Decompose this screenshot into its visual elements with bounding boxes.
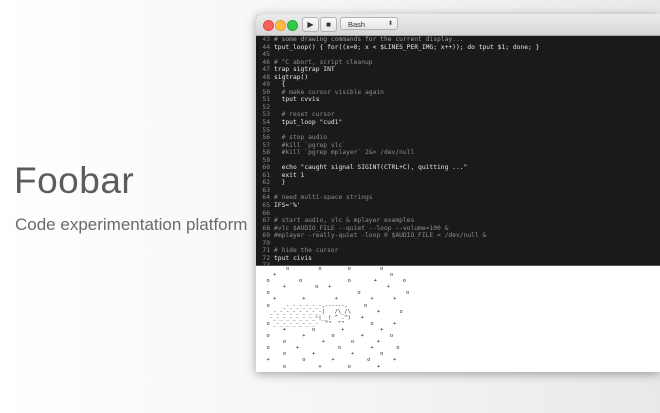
code-text: # start audio, vlc & mplayer examples (274, 217, 415, 225)
line-number: 55 (262, 126, 270, 134)
code-text: } (274, 179, 286, 187)
line-number: 59 (262, 156, 270, 164)
line-number: 54 (262, 119, 270, 127)
code-line[interactable]: 70 (256, 240, 660, 248)
code-text: #vlc $AUDIO_FILE --quiet --loop --volume… (274, 224, 449, 232)
code-line[interactable]: 52 (256, 104, 660, 112)
language-select-value: Bash (348, 20, 366, 29)
code-line[interactable]: 61 exit 1 (256, 172, 660, 180)
chevron-updown-icon: ⬍ (387, 21, 393, 27)
code-text: tput civis (274, 254, 312, 262)
play-icon: ▶ (307, 20, 314, 29)
line-number: 60 (262, 164, 270, 172)
code-line[interactable]: 45 (256, 51, 660, 59)
line-number: 49 (262, 81, 270, 89)
minimize-window-button[interactable] (275, 20, 286, 31)
run-button[interactable]: ▶ (302, 17, 319, 32)
app-window: ▶ ■ Bash ⬍ 43 # some drawing commands for… (256, 14, 660, 372)
line-number: 57 (262, 141, 270, 149)
line-number: 63 (262, 186, 270, 194)
code-line[interactable]: 53 # reset cursor (256, 111, 660, 119)
code-line[interactable]: 69 #mplayer -really-quiet -loop 0 $AUDIO_… (256, 232, 660, 240)
code-text: #kill `pgrep mplayer` 2&> /dev/null (274, 149, 415, 157)
hero-subtitle: Code experimentation platform (15, 215, 248, 234)
code-line[interactable]: 65 IFS='%' (256, 202, 660, 210)
line-number: 62 (262, 179, 270, 187)
code-line[interactable]: 62 } (256, 179, 660, 187)
line-number: 71 (262, 247, 270, 255)
line-number: 64 (262, 194, 270, 202)
code-editor[interactable]: 43 # some drawing commands for the curren… (256, 36, 660, 265)
code-line[interactable]: 49 { (256, 81, 660, 89)
code-line[interactable]: 66 (256, 210, 660, 218)
code-text: # some drawing commands for the current … (274, 36, 464, 43)
code-line[interactable]: 58 #kill `pgrep mplayer` 2&> /dev/null (256, 149, 660, 157)
code-text: sigtrap() (274, 73, 309, 81)
close-window-button[interactable] (263, 20, 274, 31)
title-bar: ▶ ■ Bash ⬍ (256, 14, 660, 36)
line-number: 61 (262, 171, 270, 179)
zoom-window-button[interactable] (287, 20, 298, 31)
code-text: tput cvvis (274, 96, 320, 104)
code-line[interactable]: 59 (256, 157, 660, 165)
code-text: IFS='%' (274, 202, 301, 210)
code-text: # ^C abort, script cleanup (274, 58, 373, 66)
code-text: # hide the cursor (274, 247, 339, 255)
line-number: 52 (262, 103, 270, 111)
code-text: # make cursor visible again (274, 88, 384, 96)
line-number: 67 (262, 217, 270, 225)
line-number: 47 (262, 66, 270, 74)
line-number: 46 (262, 58, 270, 66)
line-number: 48 (262, 73, 270, 81)
code-line[interactable]: 48 sigtrap() (256, 74, 660, 82)
line-number: 66 (262, 209, 270, 217)
code-line[interactable]: 47 trap sigtrap INT (256, 66, 660, 74)
code-line[interactable]: 55 (256, 127, 660, 135)
code-text: # reset cursor (274, 111, 335, 119)
output-line: o + o + (260, 363, 381, 370)
line-number: 69 (262, 232, 270, 240)
code-line[interactable]: 64 # need multi-space strings (256, 194, 660, 202)
line-number: 44 (262, 43, 270, 51)
line-number: 68 (262, 224, 270, 232)
code-line[interactable]: 71 # hide the cursor (256, 247, 660, 255)
code-line[interactable]: 68 #vlc $AUDIO_FILE --quiet --loop --volu… (256, 225, 660, 233)
code-text: # need multi-space strings (274, 194, 373, 202)
code-text: { (274, 81, 286, 89)
line-number: 51 (262, 96, 270, 104)
code-text: #mplayer -really-quiet -loop 0 $AUDIO_FI… (274, 232, 487, 240)
code-text: trap sigtrap INT (274, 66, 335, 74)
line-number: 53 (262, 111, 270, 119)
code-line[interactable]: 46 # ^C abort, script cleanup (256, 59, 660, 67)
code-line[interactable]: 50 # make cursor visible again (256, 89, 660, 97)
code-text: tput_loop "cud1" (274, 119, 343, 127)
line-number: 65 (262, 202, 270, 210)
code-line[interactable]: 43 # some drawing commands for the curren… (256, 36, 660, 44)
line-number: 43 (262, 36, 270, 43)
hero-title: Foobar (14, 160, 135, 201)
stop-icon: ■ (326, 20, 331, 29)
code-line[interactable]: 54 tput_loop "cud1" (256, 119, 660, 127)
stop-button[interactable]: ■ (320, 17, 337, 32)
line-number: 45 (262, 51, 270, 59)
code-line[interactable]: 44 tput_loop() { for((x=0; x < $LINES_PER… (256, 44, 660, 52)
line-number: 72 (262, 254, 270, 262)
line-number: 56 (262, 134, 270, 142)
code-text: echo "caught signal SIGINT(CTRL+C), quit… (274, 164, 468, 172)
code-text: tput_loop() { for((x=0; x < $LINES_PER_I… (274, 43, 540, 51)
output-console: o o o o + o o o o + o + o + + o o o + + … (256, 266, 660, 372)
code-text: # stop audio (274, 134, 328, 142)
code-line[interactable]: 72 tput civis (256, 255, 660, 263)
code-line[interactable]: 60 echo "caught signal SIGINT(CTRL+C), q… (256, 164, 660, 172)
code-line[interactable]: 63 (256, 187, 660, 195)
code-text: #kill `pgrep vlc` (274, 141, 347, 149)
code-text: exit 1 (274, 171, 305, 179)
line-number: 58 (262, 149, 270, 157)
code-line[interactable]: 67 # start audio, vlc & mplayer examples (256, 217, 660, 225)
language-select[interactable]: Bash ⬍ (340, 17, 398, 30)
code-line[interactable]: 51 tput cvvis (256, 96, 660, 104)
line-number: 50 (262, 88, 270, 96)
line-number: 70 (262, 239, 270, 247)
code-line[interactable]: 56 # stop audio (256, 134, 660, 142)
